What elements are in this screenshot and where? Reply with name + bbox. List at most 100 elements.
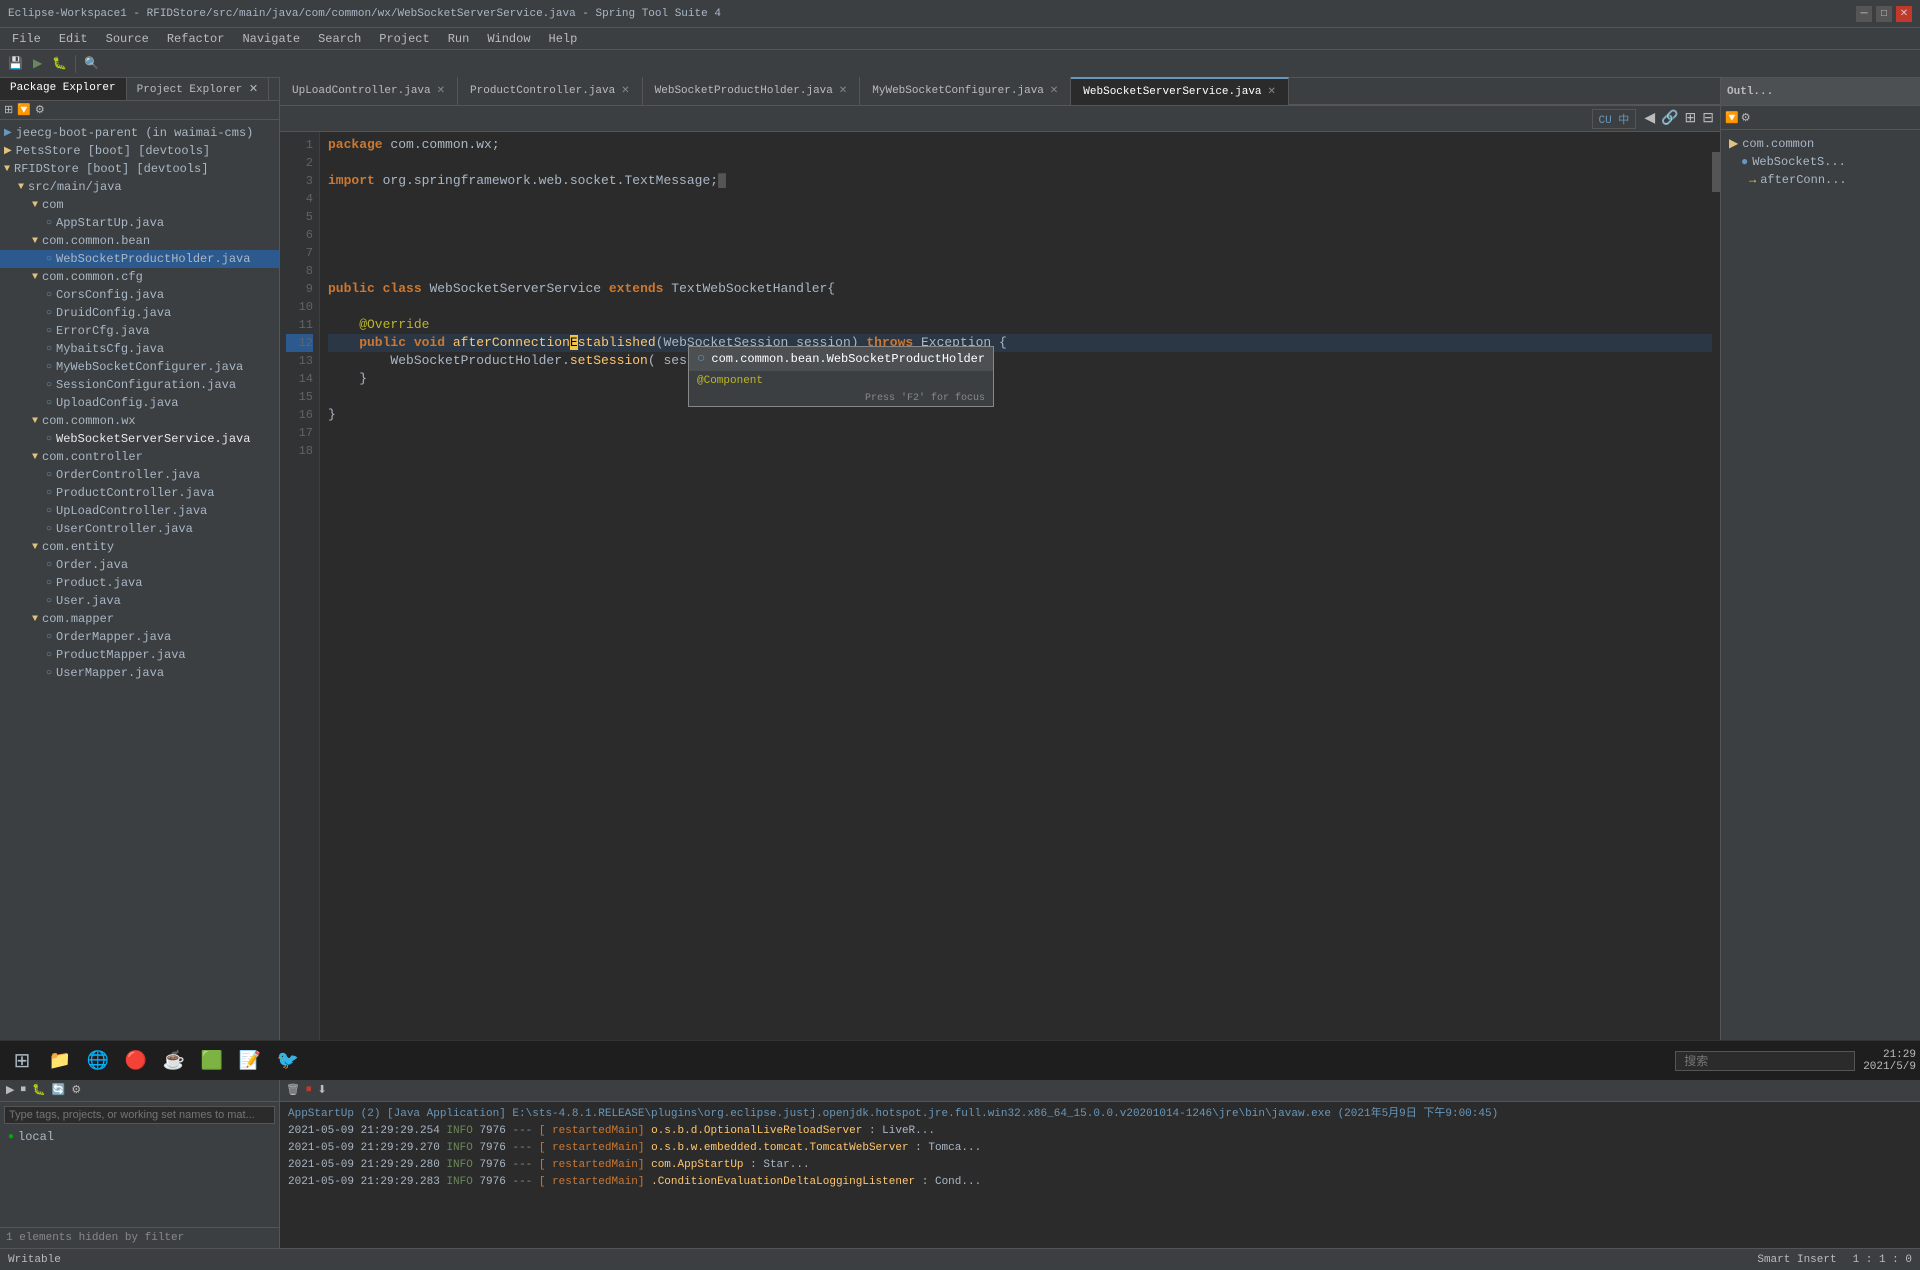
tree-toolbar-icon2[interactable]: 🔽 <box>17 103 31 117</box>
toolbar-icon-debug[interactable]: 🐛 <box>48 54 71 73</box>
boot-dashboard-item-local[interactable]: ● local <box>4 1128 275 1146</box>
tree-item-12[interactable]: ○MybaitsCfg.java <box>0 340 279 358</box>
menu-item-refactor[interactable]: Refactor <box>159 30 233 48</box>
menu-item-window[interactable]: Window <box>479 30 538 48</box>
tree-item-27[interactable]: ▼com.mapper <box>0 610 279 628</box>
tree-item-24[interactable]: ○Order.java <box>0 556 279 574</box>
tree-container[interactable]: ▶jeecg-boot-parent (in waimai-cms)▶PetsS… <box>0 120 279 1044</box>
editor-tab-0[interactable]: UpLoadController.java✕ <box>280 77 458 105</box>
tree-item-1[interactable]: ▶PetsStore [boot] [devtools] <box>0 142 279 160</box>
console-stop-btn[interactable]: ⏹ <box>304 1082 314 1098</box>
taskbar-twitter-button[interactable]: 🐦 <box>270 1043 306 1079</box>
tab-package-explorer[interactable]: Package Explorer <box>0 78 127 100</box>
menu-item-search[interactable]: Search <box>310 30 369 48</box>
tree-item-6[interactable]: ▼com.common.bean <box>0 232 279 250</box>
editor-tab-2[interactable]: WebSocketProductHolder.java✕ <box>643 77 861 105</box>
taskbar-search-input[interactable] <box>1675 1051 1855 1071</box>
boot-toolbar-btn2[interactable]: ⏹ <box>18 1082 28 1098</box>
tree-item-25[interactable]: ○Product.java <box>0 574 279 592</box>
boot-toolbar-btn5[interactable]: ⚙ <box>69 1081 83 1099</box>
menu-item-source[interactable]: Source <box>98 30 157 48</box>
boot-toolbar-btn3[interactable]: 🐛 <box>30 1081 48 1099</box>
tab-project-explorer[interactable]: Project Explorer ✕ <box>127 78 269 100</box>
editor-tool3[interactable]: ⊞ <box>1683 108 1699 129</box>
boot-dashboard-search[interactable] <box>4 1106 275 1124</box>
tree-item-22[interactable]: ○UserController.java <box>0 520 279 538</box>
outline-toolbar-btn1[interactable]: 🔽 <box>1725 111 1739 125</box>
taskbar-start-button[interactable]: ⊞ <box>4 1043 40 1079</box>
boot-toolbar-btn1[interactable]: ▶ <box>4 1081 16 1099</box>
code-editor[interactable]: 12345 678910 1112131415 161718 package c… <box>280 132 1720 1048</box>
tree-item-5[interactable]: ○AppStartUp.java <box>0 214 279 232</box>
tree-item-0[interactable]: ▶jeecg-boot-parent (in waimai-cms) <box>0 124 279 142</box>
taskbar-browser-button[interactable]: 🌐 <box>80 1043 116 1079</box>
menu-item-run[interactable]: Run <box>440 30 478 48</box>
tree-item-16[interactable]: ▼com.common.wx <box>0 412 279 430</box>
autocomplete-popup[interactable]: ○ com.common.bean.WebSocketProductHolder… <box>688 346 994 407</box>
tree-item-2[interactable]: ▼RFIDStore [boot] [devtools] <box>0 160 279 178</box>
tree-toolbar-icon1[interactable]: ⊞ <box>4 103 13 117</box>
maximize-button[interactable]: □ <box>1876 6 1892 22</box>
editor-tool4[interactable]: ⊟ <box>1700 108 1716 129</box>
tab-close-1[interactable]: ✕ <box>621 85 629 97</box>
tree-item-14[interactable]: ○SessionConfiguration.java <box>0 376 279 394</box>
menu-item-edit[interactable]: Edit <box>51 30 96 48</box>
outline-item-method[interactable]: → afterConn... <box>1725 171 1916 189</box>
tree-item-26[interactable]: ○User.java <box>0 592 279 610</box>
taskbar-explorer-button[interactable]: 📁 <box>42 1043 78 1079</box>
tree-item-3[interactable]: ▼src/main/java <box>0 178 279 196</box>
outline-item-class[interactable]: ● WebSocketS... <box>1725 153 1916 171</box>
editor-cu-icon[interactable]: CU 中 <box>1592 109 1637 129</box>
menu-item-navigate[interactable]: Navigate <box>234 30 308 48</box>
tree-item-18[interactable]: ▼com.controller <box>0 448 279 466</box>
tree-item-20[interactable]: ○ProductController.java <box>0 484 279 502</box>
tree-item-28[interactable]: ○OrderMapper.java <box>0 628 279 646</box>
tree-item-30[interactable]: ○UserMapper.java <box>0 664 279 682</box>
menu-item-file[interactable]: File <box>4 30 49 48</box>
tree-item-19[interactable]: ○OrderController.java <box>0 466 279 484</box>
editor-tool1[interactable]: ◀ <box>1642 108 1657 129</box>
outline-toolbar-btn2[interactable]: ⚙ <box>1741 111 1751 125</box>
boot-toolbar-btn4[interactable]: 🔄 <box>50 1081 68 1099</box>
tree-item-7[interactable]: ○WebSocketProductHolder.java <box>0 250 279 268</box>
tree-expand-icon: ○ <box>46 344 52 355</box>
toolbar-search-icon[interactable]: 🔍 <box>80 54 103 73</box>
tab-close-2[interactable]: ✕ <box>839 85 847 97</box>
editor-tab-4[interactable]: WebSocketServerService.java✕ <box>1071 77 1289 105</box>
scrollbar-thumb[interactable] <box>1712 152 1720 192</box>
tree-item-15[interactable]: ○UploadConfig.java <box>0 394 279 412</box>
tree-item-21[interactable]: ○UpLoadController.java <box>0 502 279 520</box>
tree-item-17[interactable]: ○WebSocketServerService.java <box>0 430 279 448</box>
tree-item-4[interactable]: ▼com <box>0 196 279 214</box>
close-button[interactable]: ✕ <box>1896 6 1912 22</box>
tree-item-9[interactable]: ○CorsConfig.java <box>0 286 279 304</box>
taskbar-app3-button[interactable]: 📝 <box>232 1043 268 1079</box>
console-scroll-btn[interactable]: ⬇ <box>315 1081 328 1099</box>
editor-tool2[interactable]: 🔗 <box>1659 108 1680 129</box>
editor-tab-1[interactable]: ProductController.java✕ <box>458 77 643 105</box>
tab-close-3[interactable]: ✕ <box>1050 85 1058 97</box>
tree-item-8[interactable]: ▼com.common.cfg <box>0 268 279 286</box>
tab-close-4[interactable]: ✕ <box>1268 86 1276 98</box>
taskbar-app1-button[interactable]: 🔴 <box>118 1043 154 1079</box>
taskbar-app2-button[interactable]: 🟩 <box>194 1043 230 1079</box>
editor-tab-3[interactable]: MyWebSocketConfigurer.java✕ <box>860 77 1071 105</box>
toolbar-icon-save[interactable]: 💾 <box>4 54 27 73</box>
taskbar-eclipse-button[interactable]: ☕ <box>156 1043 192 1079</box>
outline-item-package[interactable]: ▶ com.common <box>1725 134 1916 153</box>
console-content[interactable]: AppStartUp (2) [Java Application] E:\sts… <box>280 1102 1920 1248</box>
vertical-scrollbar[interactable] <box>1712 132 1720 1048</box>
tree-item-23[interactable]: ▼com.entity <box>0 538 279 556</box>
tab-close-0[interactable]: ✕ <box>437 85 445 97</box>
menu-item-help[interactable]: Help <box>541 30 586 48</box>
code-content[interactable]: package com.common.wx; import org.spring… <box>320 132 1720 1048</box>
tree-item-29[interactable]: ○ProductMapper.java <box>0 646 279 664</box>
tree-item-13[interactable]: ○MyWebSocketConfigurer.java <box>0 358 279 376</box>
console-clear-btn[interactable]: 🗑 <box>284 1081 302 1099</box>
menu-item-project[interactable]: Project <box>371 30 437 48</box>
tree-item-11[interactable]: ○ErrorCfg.java <box>0 322 279 340</box>
minimize-button[interactable]: ─ <box>1856 6 1872 22</box>
tree-toolbar-icon3[interactable]: ⚙ <box>35 103 45 117</box>
tree-item-10[interactable]: ○DruidConfig.java <box>0 304 279 322</box>
toolbar-icon-run[interactable]: ▶ <box>29 54 46 73</box>
